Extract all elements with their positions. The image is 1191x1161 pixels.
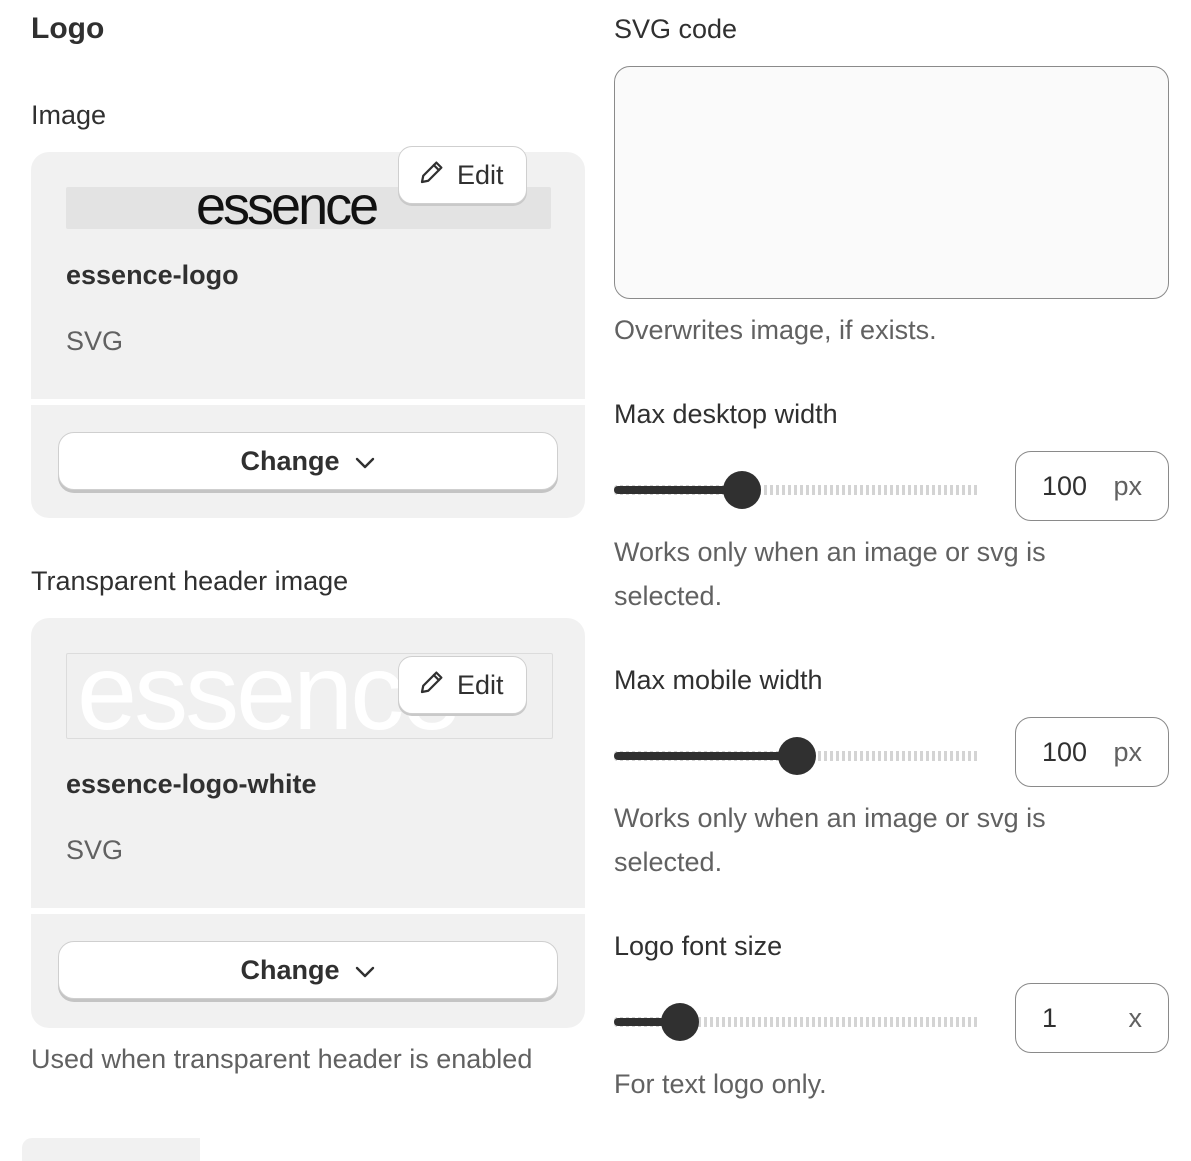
pencil-icon bbox=[417, 667, 447, 704]
edit-image-button[interactable]: Edit bbox=[398, 146, 527, 204]
value: 1 bbox=[1042, 1002, 1058, 1033]
transparent-header-label: Transparent header image bbox=[31, 566, 349, 596]
change-transparent-image-button[interactable]: Change bbox=[58, 941, 558, 999]
chevron-down-icon bbox=[354, 446, 376, 477]
edit-label: Edit bbox=[457, 159, 504, 190]
transparent-header-help: Used when transparent header is enabled bbox=[31, 1044, 533, 1074]
change-label: Change bbox=[240, 954, 340, 985]
unit: px bbox=[1113, 470, 1142, 501]
next-section-card-edge bbox=[22, 1138, 200, 1161]
value: 100 bbox=[1042, 470, 1088, 501]
logo-font-size-help: For text logo only. bbox=[614, 1069, 827, 1099]
max-mobile-width-slider[interactable] bbox=[614, 736, 980, 776]
card-divider bbox=[31, 399, 585, 405]
svg-code-help: Overwrites image, if exists. bbox=[614, 315, 937, 345]
unit: px bbox=[1113, 736, 1142, 767]
edit-label: Edit bbox=[457, 669, 504, 700]
max-mobile-width-help: Works only when an image or svg is selec… bbox=[614, 803, 1046, 877]
logo-font-size-input[interactable]: 1 x bbox=[1015, 983, 1169, 1053]
change-image-button[interactable]: Change bbox=[58, 432, 558, 490]
slider-thumb[interactable] bbox=[778, 737, 816, 775]
transparent-image-picker-card: essence Edit essence-logo-white SVG Chan… bbox=[31, 618, 585, 1028]
chevron-down-icon bbox=[354, 955, 376, 986]
max-desktop-width-input[interactable]: 100 px bbox=[1015, 451, 1169, 521]
value: 100 bbox=[1042, 736, 1088, 767]
image-label: Image bbox=[31, 100, 107, 130]
logo-preview-text: essence bbox=[196, 187, 379, 229]
unit: x bbox=[1128, 1002, 1143, 1033]
edit-transparent-image-button[interactable]: Edit bbox=[398, 656, 527, 714]
logo-font-size-label: Logo font size bbox=[614, 931, 783, 961]
slider-fill bbox=[614, 752, 797, 760]
svg-code-label: SVG code bbox=[614, 14, 738, 44]
file-name: essence-logo bbox=[66, 260, 239, 290]
file-name: essence-logo-white bbox=[66, 769, 317, 799]
pencil-icon bbox=[417, 157, 447, 194]
logo-font-size-slider[interactable] bbox=[614, 1002, 980, 1042]
file-type: SVG bbox=[66, 326, 124, 356]
file-type: SVG bbox=[66, 835, 124, 865]
max-desktop-width-help: Works only when an image or svg is selec… bbox=[614, 537, 1046, 611]
max-desktop-width-label: Max desktop width bbox=[614, 399, 838, 429]
section-title-logo: Logo bbox=[31, 12, 105, 45]
max-mobile-width-input[interactable]: 100 px bbox=[1015, 717, 1169, 787]
image-picker-card: essence Edit essence-logo SVG Change bbox=[31, 146, 585, 518]
card-divider bbox=[31, 908, 585, 914]
max-desktop-width-slider[interactable] bbox=[614, 470, 980, 510]
svg-code-textarea[interactable] bbox=[614, 66, 1169, 299]
change-label: Change bbox=[240, 445, 340, 476]
slider-thumb[interactable] bbox=[661, 1003, 699, 1041]
slider-thumb[interactable] bbox=[723, 471, 761, 509]
max-mobile-width-label: Max mobile width bbox=[614, 665, 823, 695]
